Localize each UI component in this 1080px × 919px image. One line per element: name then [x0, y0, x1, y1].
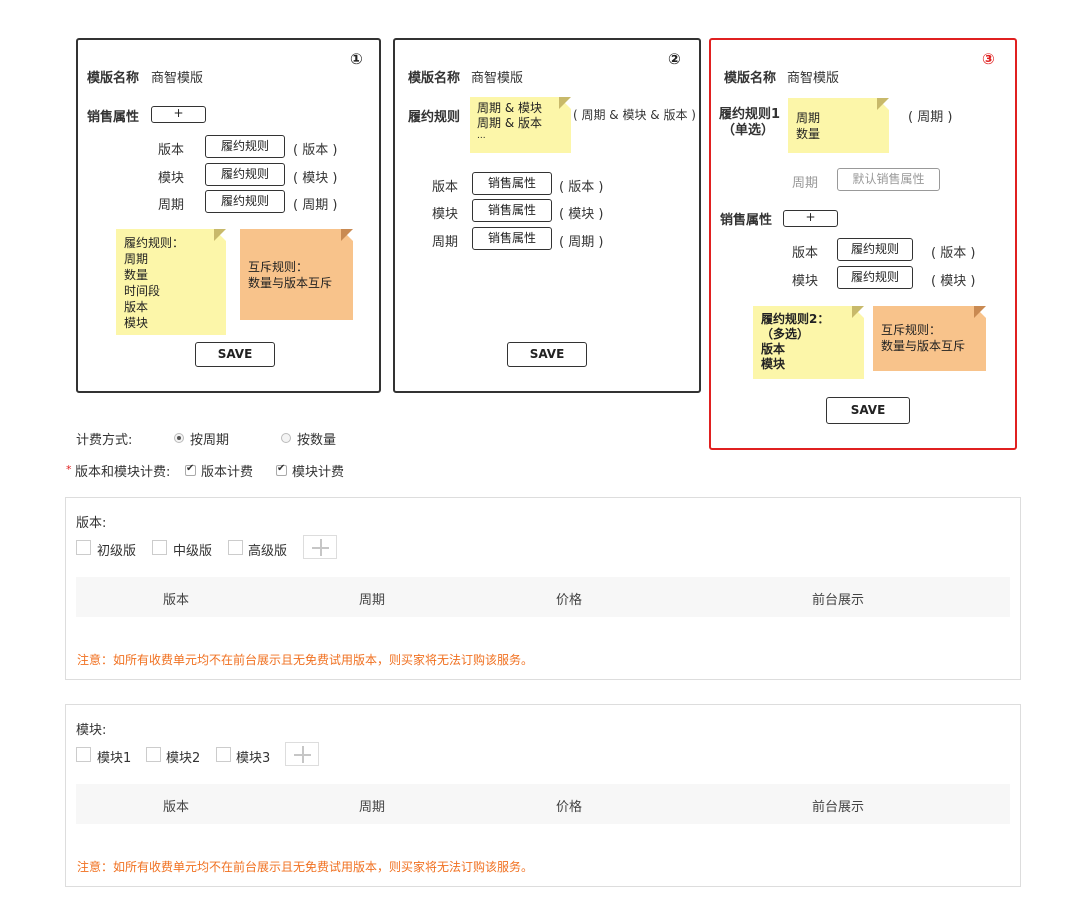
column-header-price: 价格 [556, 800, 583, 815]
row-label: 模块 [158, 171, 185, 186]
version-section-title: 版本: [76, 516, 107, 531]
sales-attr-button[interactable]: 销售属性 [472, 172, 552, 195]
version-option-checkbox[interactable] [152, 540, 167, 555]
module-billing-label[interactable]: 模块计费 [292, 461, 344, 480]
default-sales-attr-button[interactable]: 默认销售属性 [837, 168, 940, 191]
row-tag: ( 版本 ) [293, 143, 338, 158]
row-tag: ( 周期 ) [559, 235, 604, 250]
column-header-frontend-display: 前台展示 [812, 800, 865, 815]
template-name-label: 模版名称 [87, 71, 140, 86]
mutex-rules-sticky-note: 互斥规则： 数量与版本互斥 [240, 229, 353, 320]
row-tag: ( 模块 ) [559, 207, 604, 222]
mutex-rules-sticky-note: 互斥规则： 数量与版本互斥 [873, 306, 986, 371]
row-tag: ( 版本 ) [559, 180, 604, 195]
row-label: 模块 [792, 274, 819, 289]
version-option-checkbox[interactable] [228, 540, 243, 555]
row-tag: ( 模块 ) [931, 274, 976, 289]
module-option-checkbox[interactable] [146, 747, 161, 762]
module-table-header [76, 784, 1010, 824]
column-header-version: 版本 [163, 593, 190, 608]
fulfillment-rule-button[interactable]: 履约规则 [205, 190, 285, 213]
version-option-label[interactable]: 初级版 [97, 540, 136, 559]
billing-by-quantity-radio[interactable] [281, 433, 291, 443]
row-tag: ( 周期 ) [293, 198, 338, 213]
row-label: 周期 [432, 235, 459, 250]
fulfillment-rule-button[interactable]: 履约规则 [205, 163, 285, 186]
module-option-label[interactable]: 模块1 [97, 747, 131, 766]
rule2-sticky-note: 履约规则2： （多选） 版本 模块 [753, 306, 864, 379]
panel-number-3: ③ [982, 50, 995, 68]
module-option-checkbox[interactable] [76, 747, 91, 762]
fulfillment-rule-button[interactable]: 履约规则 [205, 135, 285, 158]
template-name-label: 模版名称 [724, 71, 777, 86]
add-version-icon[interactable] [303, 535, 337, 559]
fulfillment-rule-button[interactable]: 履约规则 [837, 266, 913, 289]
sales-attr-label: 销售属性 [720, 213, 773, 228]
rule-combo-tag: ( 周期 & 模块 & 版本 ) [573, 108, 696, 122]
column-header-frontend-display: 前台展示 [812, 593, 865, 608]
fulfillment-rules-sticky-note: 履约规则： 周期 数量 时间段 版本 模块 [116, 229, 226, 335]
row-label: 周期 [158, 198, 185, 213]
save-button[interactable]: SAVE [507, 342, 587, 367]
row-label: 版本 [792, 246, 819, 261]
save-button[interactable]: SAVE [195, 342, 275, 367]
billing-by-period-radio[interactable] [174, 433, 184, 443]
module-option-label[interactable]: 模块3 [236, 747, 270, 766]
rule1-single-select-label: （单选） [722, 123, 775, 138]
billing-by-period-label[interactable]: 按周期 [190, 429, 229, 448]
version-notice: 注意：如所有收费单元均不在前台展示且无免费试用版本，则买家将无法订购该服务。 [77, 653, 534, 667]
row-label: 版本 [158, 143, 185, 158]
version-option-label[interactable]: 高级版 [248, 540, 287, 559]
module-section-title: 模块: [76, 723, 107, 738]
module-option-label[interactable]: 模块2 [166, 747, 200, 766]
version-option-label[interactable]: 中级版 [173, 540, 212, 559]
version-module-billing-label: 版本和模块计费: [75, 465, 171, 480]
add-sales-attr-button[interactable]: + [151, 106, 206, 123]
rule1-sticky-note: 周期 数量 [788, 98, 889, 153]
period-label: 周期 [792, 176, 819, 191]
column-header-period: 周期 [359, 593, 386, 608]
rule1-tag: ( 周期 ) [908, 110, 953, 125]
add-sales-attr-button[interactable]: + [783, 210, 838, 227]
module-option-checkbox[interactable] [216, 747, 231, 762]
template-name-value: 商智模版 [151, 71, 204, 86]
version-billing-label[interactable]: 版本计费 [201, 461, 253, 480]
version-option-checkbox[interactable] [76, 540, 91, 555]
fulfillment-rule-label: 履约规则 [408, 110, 461, 125]
row-label: 模块 [432, 207, 459, 222]
panel-number-2: ② [668, 50, 681, 68]
template-name-value: 商智模版 [471, 71, 524, 86]
save-button[interactable]: SAVE [826, 397, 910, 424]
sales-attr-label: 销售属性 [87, 110, 140, 125]
version-billing-checkbox[interactable] [185, 463, 196, 476]
sales-attr-button[interactable]: 销售属性 [472, 227, 552, 250]
fulfillment-combo-sticky-note: 周期 & 模块 周期 & 版本 ... [470, 97, 571, 153]
add-module-icon[interactable] [285, 742, 319, 766]
required-mark: * [66, 463, 72, 476]
row-label: 版本 [432, 180, 459, 195]
billing-method-label: 计费方式: [76, 433, 133, 448]
billing-by-quantity-label[interactable]: 按数量 [297, 429, 336, 448]
panel-number-1: ① [350, 50, 363, 68]
template-name-value: 商智模版 [787, 71, 840, 86]
column-header-price: 价格 [556, 593, 583, 608]
row-tag: ( 版本 ) [931, 246, 976, 261]
row-tag: ( 模块 ) [293, 171, 338, 186]
column-header-version: 版本 [163, 800, 190, 815]
module-billing-checkbox[interactable] [276, 463, 287, 476]
template-name-label: 模版名称 [408, 71, 461, 86]
template-panel-1 [76, 38, 381, 393]
module-notice: 注意：如所有收费单元均不在前台展示且无免费试用版本，则买家将无法订购该服务。 [77, 860, 534, 874]
fulfillment-rule-button[interactable]: 履约规则 [837, 238, 913, 261]
version-table-header [76, 577, 1010, 617]
sales-attr-button[interactable]: 销售属性 [472, 199, 552, 222]
column-header-period: 周期 [359, 800, 386, 815]
